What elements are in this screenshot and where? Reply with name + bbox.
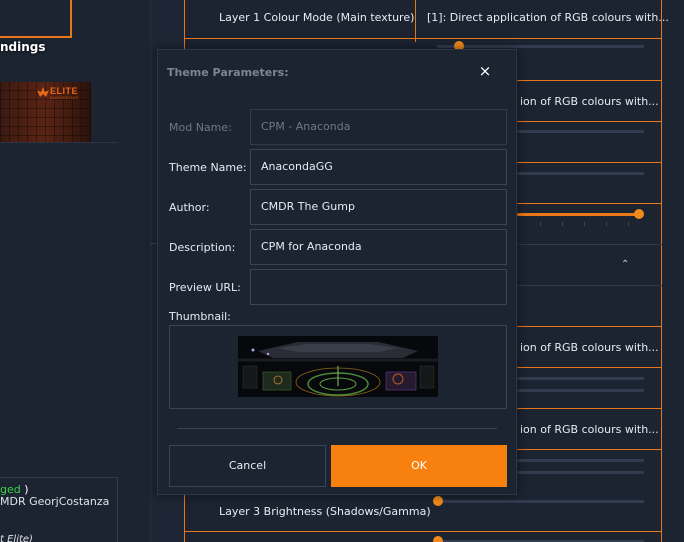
slider-track[interactable] xyxy=(517,389,644,392)
setting-label: Layer 1 Colour Mode (Main texture) xyxy=(219,11,415,24)
dialog-separator xyxy=(177,428,497,429)
setting-value-dropdown[interactable]: ion of RGB colours with... xyxy=(520,341,659,354)
setting-value-dropdown[interactable]: ion of RGB colours with... xyxy=(520,95,659,108)
row-divider xyxy=(184,38,662,39)
slider-tick xyxy=(540,222,541,226)
preview-url-field[interactable] xyxy=(250,269,507,305)
row-divider xyxy=(517,285,662,286)
dialog-title: Theme Parameters: xyxy=(167,66,289,79)
close-icon[interactable]: × xyxy=(477,62,493,80)
slider-track[interactable] xyxy=(437,500,644,503)
chevron-up-icon[interactable]: ⌃ xyxy=(621,259,629,270)
slider-handle[interactable] xyxy=(433,536,443,542)
thumbnail-label: Thumbnail: xyxy=(169,310,231,323)
column-separator xyxy=(415,0,416,42)
mod-name-label: Mod Name: xyxy=(169,121,232,134)
row-divider xyxy=(184,531,662,532)
thumbnail-image xyxy=(238,336,438,397)
slider-track[interactable] xyxy=(517,377,644,380)
author-field[interactable]: CMDR The Gump xyxy=(250,189,507,225)
banner-title: ndings xyxy=(0,40,46,54)
row-divider xyxy=(517,203,662,204)
setting-value-dropdown[interactable]: ion of RGB colours with... xyxy=(520,423,659,436)
slider-fill xyxy=(517,213,639,216)
slider-track[interactable] xyxy=(437,45,644,48)
mod-name-field: CPM - Anaconda xyxy=(250,109,507,145)
row-divider xyxy=(517,121,662,122)
slider-track[interactable] xyxy=(517,459,644,462)
slider-tick xyxy=(628,222,629,226)
slider-handle[interactable] xyxy=(634,209,644,219)
setting-label: Layer 3 Brightness (Shadows/Gamma) xyxy=(219,505,431,518)
slider-handle[interactable] xyxy=(433,496,443,506)
cancel-button[interactable]: Cancel xyxy=(169,445,326,487)
slider-tick xyxy=(562,222,563,226)
slider-track[interactable] xyxy=(517,172,644,175)
row-divider xyxy=(517,367,662,368)
left-divider xyxy=(0,142,118,143)
row-divider xyxy=(517,244,662,245)
row-divider xyxy=(517,80,662,81)
news-line-2: MDR GeorjCostanza xyxy=(0,495,110,508)
slider-track[interactable] xyxy=(517,471,644,474)
author-label: Author: xyxy=(169,201,210,214)
row-divider xyxy=(517,449,662,450)
setting-value-dropdown[interactable]: [1]: Direct application of RGB colours w… xyxy=(427,11,669,24)
elite-logo-icon xyxy=(37,87,49,97)
preview-url-label: Preview URL: xyxy=(169,281,241,294)
description-label: Description: xyxy=(169,241,236,254)
row-divider xyxy=(517,162,662,163)
elite-logo-subtext: DANGEROUS xyxy=(50,95,79,100)
theme-name-label: Theme Name: xyxy=(169,161,247,174)
slider-tick xyxy=(584,222,585,226)
slider-tick xyxy=(606,222,607,226)
news-line-3: t Elite) xyxy=(0,534,33,542)
row-divider xyxy=(517,408,662,409)
row-divider xyxy=(517,326,662,327)
ok-button[interactable]: OK xyxy=(331,445,507,487)
description-field[interactable]: CPM for Anaconda xyxy=(250,229,507,265)
settings-right-border xyxy=(661,0,662,542)
theme-name-field[interactable]: AnacondaGG xyxy=(250,149,507,185)
slider-track[interactable] xyxy=(517,130,644,133)
middle-divider xyxy=(150,0,151,542)
left-top-frame xyxy=(0,0,72,38)
